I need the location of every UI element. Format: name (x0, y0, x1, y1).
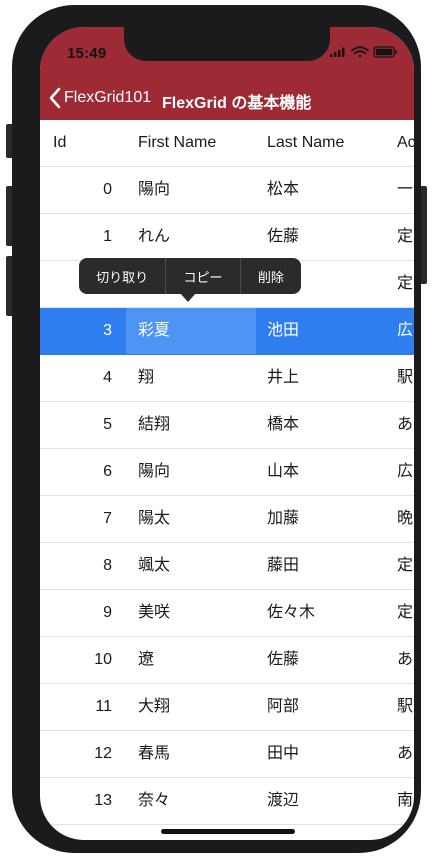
cell-id[interactable]: 5 (40, 402, 112, 448)
cell-first-name[interactable]: 大翔 (126, 684, 256, 730)
table-row[interactable]: 10 遼 佐藤 あ (40, 637, 414, 684)
cell-last-name[interactable]: 田中 (255, 731, 385, 777)
status-time: 15:49 (67, 45, 107, 62)
table-row[interactable]: 7 陽太 加藤 晩 (40, 496, 414, 543)
phone-frame: 15:49 FlexGrid101 FlexGrid の基本機能 Id Firs… (12, 5, 421, 853)
table-row[interactable]: 1 れん 佐藤 定 (40, 214, 414, 261)
cell-last-name[interactable]: 佐藤 (255, 214, 385, 260)
column-header-last-name[interactable]: Last Name (255, 120, 385, 166)
cell-id[interactable]: 3 (40, 308, 112, 354)
navigation-bar: FlexGrid101 FlexGrid の基本機能 (40, 83, 414, 113)
cell-first-name[interactable]: 陽向 (126, 167, 256, 213)
cell-last-name[interactable]: 藤田 (255, 543, 385, 589)
cell-first-name[interactable]: 春馬 (126, 731, 256, 777)
table-row[interactable]: 4 翔 井上 駅 (40, 355, 414, 402)
delete-menu-item[interactable]: 削除 (241, 258, 301, 294)
screen: 15:49 FlexGrid101 FlexGrid の基本機能 Id Firs… (40, 27, 414, 840)
cell-address[interactable]: 広 (385, 449, 414, 495)
cell-last-name[interactable]: 池田 (255, 308, 385, 354)
cell-address[interactable]: 晩 (385, 496, 414, 542)
cell-address[interactable]: 定 (385, 590, 414, 636)
column-header-id[interactable]: Id (53, 120, 113, 166)
cell-last-name[interactable]: 佐々木 (255, 590, 385, 636)
chevron-left-icon (49, 87, 61, 109)
table-row[interactable]: 5 結翔 橋本 あ (40, 402, 414, 449)
cell-last-name[interactable]: 渡辺 (255, 778, 385, 824)
cell-address[interactable]: 駅 (385, 684, 414, 730)
cell-address[interactable]: 南 (385, 778, 414, 824)
cell-id[interactable]: 0 (40, 167, 112, 213)
status-icons (330, 46, 397, 58)
home-indicator[interactable] (161, 829, 295, 834)
cell-id[interactable]: 1 (40, 214, 112, 260)
cell-id[interactable]: 12 (40, 731, 112, 777)
cell-id[interactable]: 8 (40, 543, 112, 589)
table-row[interactable]: 0 陽向 松本 一 (40, 167, 414, 214)
back-label: FlexGrid101 (64, 89, 152, 106)
table-row[interactable]: 11 大翔 阿部 駅 (40, 684, 414, 731)
cell-first-name[interactable]: 陽向 (126, 449, 256, 495)
row-divider (40, 824, 414, 825)
cell-first-name[interactable]: 颯太 (126, 543, 256, 589)
cell-id[interactable]: 4 (40, 355, 112, 401)
table-row[interactable]: 13 奈々 渡辺 南 (40, 778, 414, 825)
cell-first-name-active[interactable]: 彩夏 (126, 308, 256, 354)
cellular-signal-icon (330, 47, 345, 57)
cell-address[interactable]: あ (385, 402, 414, 448)
cell-first-name[interactable]: 陽太 (126, 496, 256, 542)
column-header-row: Id First Name Last Name Ac (40, 120, 414, 167)
table-row[interactable]: 6 陽向 山本 広 (40, 449, 414, 496)
edit-context-menu: 切り取り コピー 削除 (79, 258, 301, 294)
cell-address[interactable]: 駅 (385, 355, 414, 401)
cell-last-name[interactable]: 阿部 (255, 684, 385, 730)
cell-first-name[interactable]: れん (126, 214, 256, 260)
cell-last-name[interactable]: 橋本 (255, 402, 385, 448)
cell-id[interactable]: 9 (40, 590, 112, 636)
cell-first-name[interactable]: 翔 (126, 355, 256, 401)
battery-icon (373, 46, 397, 58)
cell-address[interactable]: あ (385, 731, 414, 777)
cell-last-name[interactable]: 加藤 (255, 496, 385, 542)
cell-address[interactable]: 一 (385, 167, 414, 213)
table-row[interactable]: 12 春馬 田中 あ (40, 731, 414, 778)
cell-first-name[interactable]: 美咲 (126, 590, 256, 636)
cell-id[interactable]: 11 (40, 684, 112, 730)
cell-address[interactable]: あ (385, 637, 414, 683)
page-title: FlexGrid の基本機能 (162, 95, 312, 112)
cell-id[interactable]: 7 (40, 496, 112, 542)
column-header-address[interactable]: Ac (385, 120, 414, 166)
cell-last-name[interactable]: 佐藤 (255, 637, 385, 683)
cell-address[interactable]: 定 (385, 261, 414, 307)
notch (124, 27, 330, 61)
cell-id[interactable]: 10 (40, 637, 112, 683)
cell-first-name[interactable]: 遼 (126, 637, 256, 683)
column-header-first-name[interactable]: First Name (126, 120, 256, 166)
back-button[interactable]: FlexGrid101 (48, 83, 151, 113)
cell-id[interactable]: 13 (40, 778, 112, 824)
copy-menu-item[interactable]: コピー (166, 258, 239, 294)
cell-first-name[interactable]: 奈々 (126, 778, 256, 824)
cell-address[interactable]: 広 (385, 308, 414, 354)
cell-last-name[interactable]: 松本 (255, 167, 385, 213)
wifi-icon (351, 46, 369, 58)
table-row-selected[interactable]: 3 彩夏 池田 広 (40, 308, 414, 355)
cell-address[interactable]: 定 (385, 543, 414, 589)
menu-pointer-arrow (180, 293, 196, 302)
cell-last-name[interactable]: 山本 (255, 449, 385, 495)
cell-first-name[interactable]: 結翔 (126, 402, 256, 448)
table-row[interactable]: 8 颯太 藤田 定 (40, 543, 414, 590)
cut-menu-item[interactable]: 切り取り (79, 258, 165, 294)
app-header: 15:49 FlexGrid101 FlexGrid の基本機能 (40, 27, 414, 120)
cell-address[interactable]: 定 (385, 214, 414, 260)
table-row[interactable]: 9 美咲 佐々木 定 (40, 590, 414, 637)
cell-id[interactable]: 6 (40, 449, 112, 495)
cell-last-name[interactable]: 井上 (255, 355, 385, 401)
